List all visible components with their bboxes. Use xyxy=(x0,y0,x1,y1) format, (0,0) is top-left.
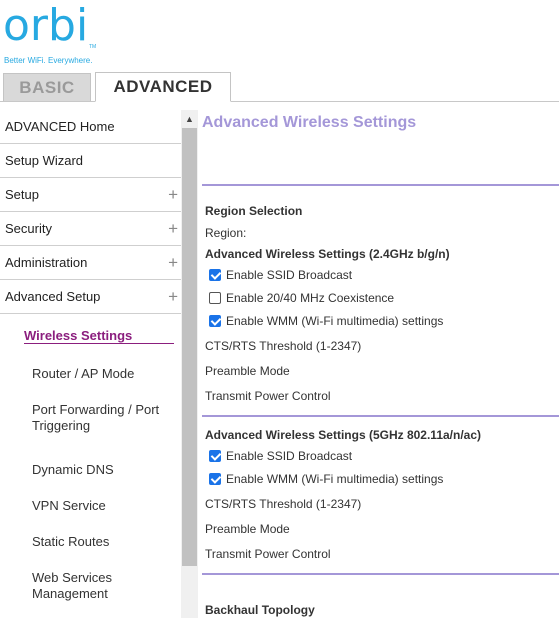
wmm-5-checkbox[interactable] xyxy=(209,473,221,485)
sidebar-subitem-wireless-settings[interactable]: Wireless Settings xyxy=(24,328,132,343)
cts-rts-24-label: CTS/RTS Threshold (1-2347) xyxy=(205,339,362,353)
wmm-24-label: Enable WMM (Wi-Fi multimedia) settings xyxy=(226,314,444,328)
sidebar-item-label: Setup xyxy=(5,187,39,202)
tx-power-24-label: Transmit Power Control xyxy=(205,389,331,403)
coexistence-checkbox[interactable] xyxy=(209,292,221,304)
sidebar: ADVANCED Home Setup Wizard Setup + Secur… xyxy=(0,110,198,618)
sidebar-item-administration[interactable]: Administration + xyxy=(0,246,181,280)
tabs-underline xyxy=(0,101,559,102)
section-divider xyxy=(202,573,559,575)
logo-tagline: Better WiFi. Everywhere. xyxy=(4,56,93,65)
active-subitem-underline xyxy=(24,343,174,344)
region-label: Region: xyxy=(205,226,247,240)
sidebar-item-label: ADVANCED Home xyxy=(5,119,115,134)
sidebar-scrollbar[interactable]: ▲ xyxy=(181,110,198,618)
ssid-broadcast-5-label: Enable SSID Broadcast xyxy=(226,449,353,463)
sidebar-item-advanced-home[interactable]: ADVANCED Home xyxy=(0,110,181,144)
preamble-5-label: Preamble Mode xyxy=(205,522,290,536)
main-content: Advanced Wireless Settings Region Select… xyxy=(202,110,559,618)
expand-plus-icon[interactable]: + xyxy=(168,219,178,239)
section-divider xyxy=(202,184,559,186)
sidebar-item-setup-wizard[interactable]: Setup Wizard xyxy=(0,144,181,178)
preamble-24-label: Preamble Mode xyxy=(205,364,290,378)
sidebar-item-advanced-setup[interactable]: Advanced Setup + xyxy=(0,280,181,314)
ssid-broadcast-24-checkbox[interactable] xyxy=(209,269,221,281)
sidebar-item-label: Advanced Setup xyxy=(5,289,101,304)
sidebar-item-setup[interactable]: Setup + xyxy=(0,178,181,212)
expand-plus-icon[interactable]: + xyxy=(168,253,178,273)
wmm-24-checkbox[interactable] xyxy=(209,315,221,327)
region-heading: Region Selection xyxy=(205,204,303,218)
band24-heading: Advanced Wireless Settings (2.4GHz b/g/n… xyxy=(205,247,450,261)
scrollbar-thumb[interactable] xyxy=(182,128,197,566)
orbi-logo: orbi TM Better WiFi. Everywhere. xyxy=(3,0,113,66)
scroll-up-arrow-icon[interactable]: ▲ xyxy=(181,110,198,127)
coexistence-label: Enable 20/40 MHz Coexistence xyxy=(226,291,395,305)
band5-heading: Advanced Wireless Settings (5GHz 802.11a… xyxy=(205,428,482,442)
sidebar-menu: ADVANCED Home Setup Wizard Setup + Secur… xyxy=(0,110,181,314)
logo-wordmark: orbi xyxy=(3,0,89,51)
tab-basic[interactable]: BASIC xyxy=(3,73,91,101)
tx-power-5-label: Transmit Power Control xyxy=(205,547,331,561)
page-title: Advanced Wireless Settings xyxy=(202,114,417,131)
sidebar-item-security[interactable]: Security + xyxy=(0,212,181,246)
logo-trademark: TM xyxy=(89,44,97,50)
sidebar-item-label: Security xyxy=(5,221,52,236)
expand-plus-icon[interactable]: + xyxy=(168,287,178,307)
tab-advanced[interactable]: ADVANCED xyxy=(95,72,231,102)
backhaul-heading: Backhaul Topology xyxy=(205,603,315,617)
sidebar-item-label: Setup Wizard xyxy=(5,153,84,168)
wmm-5-label: Enable WMM (Wi-Fi multimedia) settings xyxy=(226,472,444,486)
cts-rts-5-label: CTS/RTS Threshold (1-2347) xyxy=(205,497,362,511)
ssid-broadcast-5-checkbox[interactable] xyxy=(209,450,221,462)
ssid-broadcast-24-label: Enable SSID Broadcast xyxy=(226,268,353,282)
sidebar-item-label: Administration xyxy=(5,255,88,270)
section-divider xyxy=(202,415,559,417)
expand-plus-icon[interactable]: + xyxy=(168,185,178,205)
